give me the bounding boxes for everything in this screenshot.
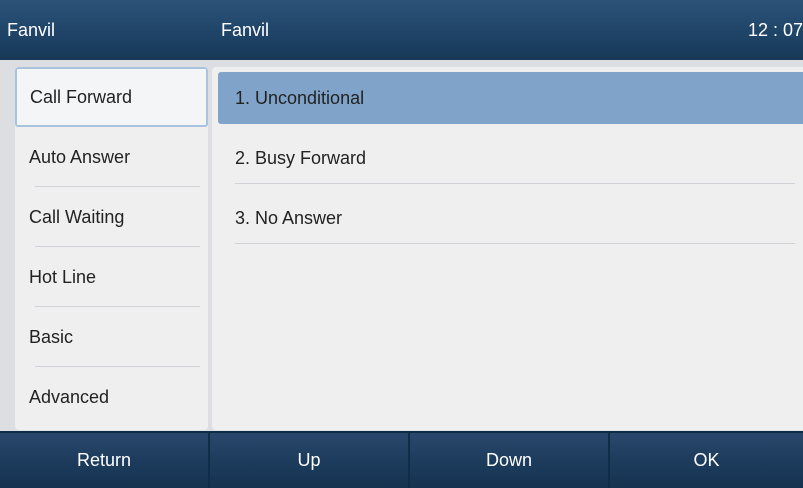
account-title: Fanvil — [221, 20, 270, 40]
clock-time: 12 : 07 — [747, 20, 803, 40]
down-button[interactable]: Down — [410, 433, 608, 488]
sidebar-item-label: Call Forward — [30, 87, 133, 107]
sidebar-item-label: Hot Line — [29, 267, 97, 287]
sidebar-item-advanced[interactable]: Advanced — [15, 367, 208, 427]
list-item-no-answer[interactable]: 3. No Answer — [218, 192, 803, 244]
divider — [235, 243, 795, 244]
sidebar-item-auto-answer[interactable]: Auto Answer — [15, 127, 208, 187]
sidebar-item-label: Advanced — [29, 387, 110, 407]
sidebar-item-label: Auto Answer — [29, 147, 131, 167]
sidebar-item-call-waiting[interactable]: Call Waiting — [15, 187, 208, 247]
sidebar-item-label: Call Waiting — [29, 207, 125, 227]
settings-sidebar: Call Forward Auto Answer Call Waiting Ho… — [15, 67, 208, 430]
sidebar-item-basic[interactable]: Basic — [15, 307, 208, 367]
softkey-bar: Return Up Down OK — [0, 431, 803, 488]
app-title: Fanvil — [7, 20, 56, 40]
divider — [235, 183, 795, 184]
list-item-label: 2. Busy Forward — [235, 148, 367, 168]
sidebar-item-hot-line[interactable]: Hot Line — [15, 247, 208, 307]
status-bar: Fanvil Fanvil 12 : 07 — [0, 0, 803, 60]
sidebar-item-call-forward[interactable]: Call Forward — [15, 67, 208, 127]
list-item-busy-forward[interactable]: 2. Busy Forward — [218, 132, 803, 184]
list-item-label: 3. No Answer — [235, 208, 343, 228]
up-button[interactable]: Up — [210, 433, 408, 488]
call-forward-list: 1. Unconditional 2. Busy Forward 3. No A… — [212, 67, 803, 430]
ok-button[interactable]: OK — [610, 433, 803, 488]
sidebar-item-label: Basic — [29, 327, 74, 347]
main-area: Call Forward Auto Answer Call Waiting Ho… — [0, 60, 803, 431]
return-button[interactable]: Return — [0, 433, 208, 488]
list-item-unconditional[interactable]: 1. Unconditional — [218, 72, 803, 124]
list-item-label: 1. Unconditional — [235, 88, 365, 108]
